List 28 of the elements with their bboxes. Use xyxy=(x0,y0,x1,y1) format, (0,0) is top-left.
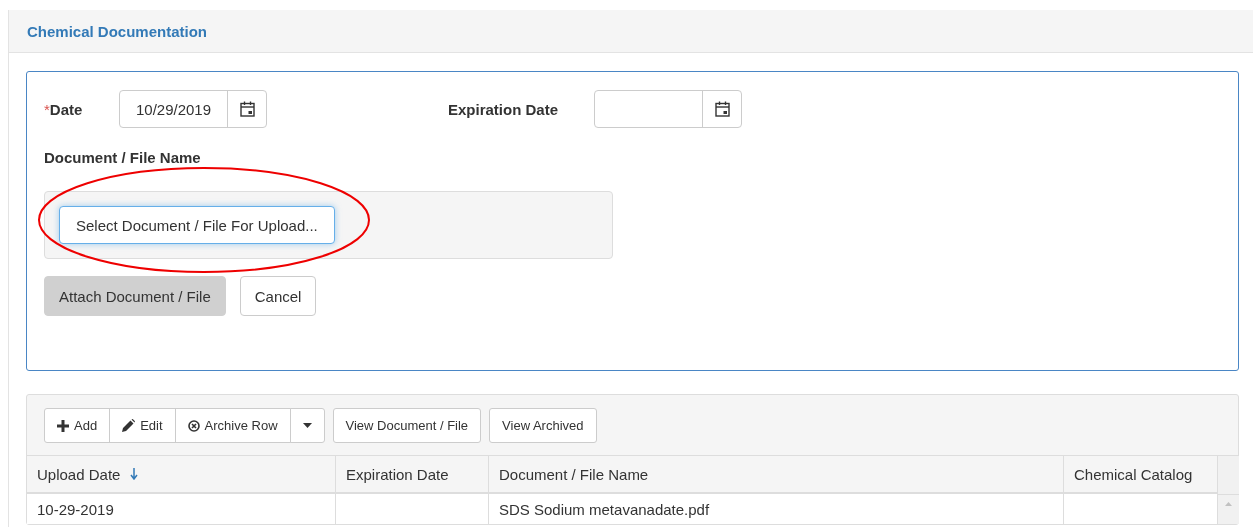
select-file-button[interactable]: Select Document / File For Upload... xyxy=(59,206,335,244)
sort-down-icon xyxy=(130,468,139,480)
circle-x-icon xyxy=(187,419,200,432)
field-label: Document / File Name xyxy=(44,149,202,166)
table-cell: 10-29-2019 xyxy=(27,494,336,524)
date-field[interactable] xyxy=(594,90,742,128)
column-header[interactable]: Document / File Name xyxy=(489,455,1064,494)
field-label: *Date xyxy=(44,100,84,118)
table-cell: SDS Sodium metavanadate.pdf xyxy=(489,494,1064,524)
cancel-button[interactable]: Cancel xyxy=(239,276,317,316)
dropdown-button[interactable] xyxy=(289,408,325,443)
toolbar-button[interactable]: View Document / File xyxy=(332,408,482,443)
caret-icon xyxy=(302,423,312,428)
calendar-icon xyxy=(714,101,730,117)
field-label: Expiration Date xyxy=(448,100,560,118)
toolbar-button[interactable]: Add xyxy=(44,408,111,443)
toolbar-button[interactable]: Edit xyxy=(109,408,176,443)
toolbar-button[interactable]: Archive Row xyxy=(174,408,291,443)
toolbar-button[interactable]: View Archived xyxy=(489,408,597,443)
date-field[interactable]: 10/29/2019 xyxy=(119,90,267,128)
attach-button[interactable]: Attach Document / File xyxy=(44,276,226,316)
column-header[interactable]: Chemical Catalog xyxy=(1064,455,1218,494)
plus-icon xyxy=(57,419,69,432)
column-header[interactable]: Upload Date xyxy=(27,455,336,494)
pencil-icon xyxy=(122,419,136,432)
calendar-icon xyxy=(239,101,255,117)
column-header[interactable]: Expiration Date xyxy=(336,455,489,494)
panel-title: Chemical Documentation xyxy=(27,22,208,40)
